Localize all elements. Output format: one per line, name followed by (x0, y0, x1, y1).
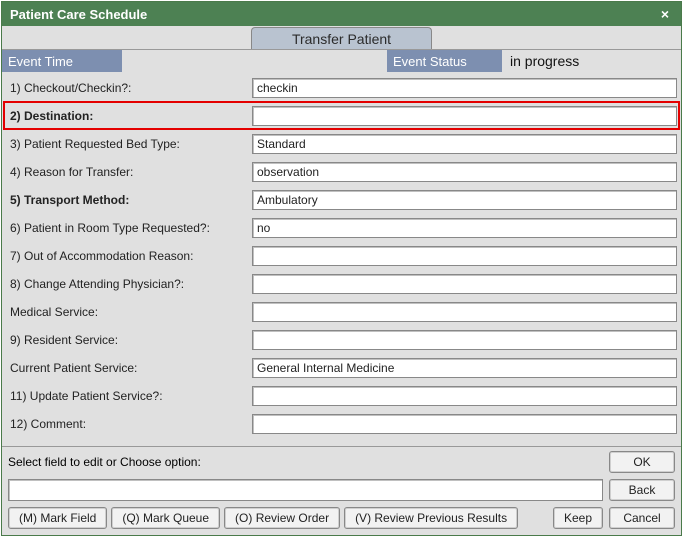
event-status-label: Event Status (387, 50, 502, 72)
field-label: Medical Service: (6, 305, 252, 319)
tab-row: Transfer Patient (2, 26, 681, 50)
form-area: 1) Checkout/Checkin?:checkin2) Destinati… (2, 72, 681, 446)
field-label: 6) Patient in Room Type Requested?: (6, 221, 252, 235)
field-label: 3) Patient Requested Bed Type: (6, 137, 252, 151)
form-row: 4) Reason for Transfer:observation (6, 160, 677, 183)
field-input[interactable] (252, 246, 677, 266)
window-title: Patient Care Schedule (10, 7, 147, 22)
field-label: 11) Update Patient Service?: (6, 389, 252, 403)
back-button[interactable]: Back (609, 479, 675, 501)
event-time-label: Event Time (2, 50, 122, 72)
review-order-button[interactable]: (O) Review Order (224, 507, 340, 529)
footer-panel: Select field to edit or Choose option: O… (2, 446, 681, 535)
field-input[interactable]: Standard (252, 134, 677, 154)
form-row: 7) Out of Accommodation Reason: (6, 244, 677, 267)
form-row: 8) Change Attending Physician?: (6, 272, 677, 295)
form-row: 1) Checkout/Checkin?:checkin (6, 76, 677, 99)
field-input[interactable] (252, 106, 677, 126)
field-label: 2) Destination: (6, 109, 252, 123)
field-label: 1) Checkout/Checkin?: (6, 81, 252, 95)
form-row: Medical Service: (6, 300, 677, 323)
form-row: 11) Update Patient Service?: (6, 384, 677, 407)
ok-button[interactable]: OK (609, 451, 675, 473)
field-label: 9) Resident Service: (6, 333, 252, 347)
field-input[interactable] (252, 414, 677, 434)
form-row: 9) Resident Service: (6, 328, 677, 351)
form-row: 5) Transport Method:Ambulatory (6, 188, 677, 211)
field-input[interactable]: checkin (252, 78, 677, 98)
field-input[interactable]: General Internal Medicine (252, 358, 677, 378)
field-input[interactable]: observation (252, 162, 677, 182)
field-label: Current Patient Service: (6, 361, 252, 375)
tab-transfer-patient[interactable]: Transfer Patient (251, 27, 432, 49)
form-row: 3) Patient Requested Bed Type:Standard (6, 132, 677, 155)
field-label: 12) Comment: (6, 417, 252, 431)
window: Patient Care Schedule × Transfer Patient… (1, 1, 682, 536)
field-label: 8) Change Attending Physician?: (6, 277, 252, 291)
footer-prompt: Select field to edit or Choose option: (8, 455, 603, 469)
close-icon[interactable]: × (657, 6, 673, 22)
field-label: 5) Transport Method: (6, 193, 252, 207)
field-input[interactable]: Ambulatory (252, 190, 677, 210)
event-time-value (122, 50, 387, 72)
field-input[interactable] (252, 274, 677, 294)
field-label: 4) Reason for Transfer: (6, 165, 252, 179)
status-row: Event Time Event Status in progress (2, 50, 681, 72)
titlebar: Patient Care Schedule × (2, 2, 681, 26)
form-row: 12) Comment: (6, 412, 677, 435)
field-input[interactable]: no (252, 218, 677, 238)
mark-field-button[interactable]: (M) Mark Field (8, 507, 107, 529)
form-row: 6) Patient in Room Type Requested?:no (6, 216, 677, 239)
keep-button[interactable]: Keep (553, 507, 603, 529)
form-row: Current Patient Service:General Internal… (6, 356, 677, 379)
review-previous-results-button[interactable]: (V) Review Previous Results (344, 507, 518, 529)
field-label: 7) Out of Accommodation Reason: (6, 249, 252, 263)
form-row: 2) Destination: (6, 104, 677, 127)
cancel-button[interactable]: Cancel (609, 507, 675, 529)
field-input[interactable] (252, 302, 677, 322)
command-input[interactable] (8, 479, 603, 501)
mark-queue-button[interactable]: (Q) Mark Queue (111, 507, 220, 529)
field-input[interactable] (252, 330, 677, 350)
field-input[interactable] (252, 386, 677, 406)
event-status-value: in progress (502, 50, 681, 72)
tab-label: Transfer Patient (292, 31, 391, 47)
